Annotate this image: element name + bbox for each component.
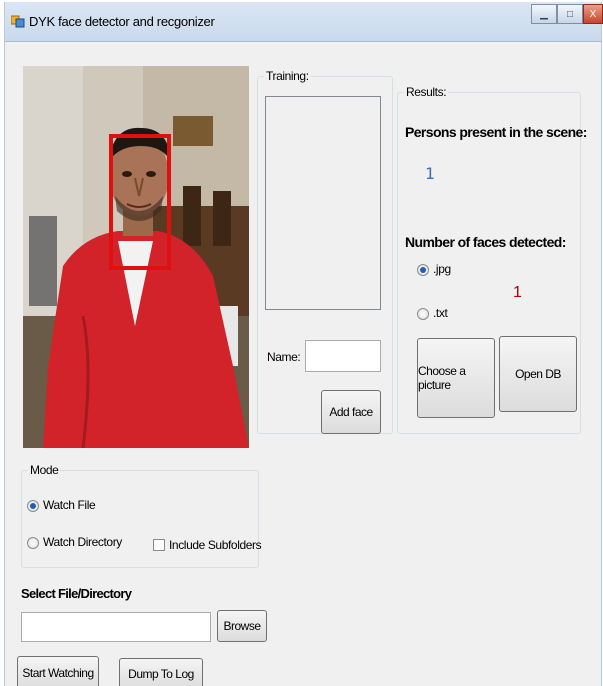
app-window: DYK face detector and recgonizer ▁ □ X T… (4, 2, 603, 686)
mode-group: Mode (21, 463, 259, 568)
training-face-box[interactable] (265, 96, 381, 310)
watch-directory-label: Watch Directory (43, 535, 122, 549)
txt-radio[interactable] (417, 308, 429, 320)
maximize-button[interactable]: □ (557, 4, 583, 24)
open-db-button[interactable]: Open DB (499, 336, 577, 412)
include-subfolders-label: Include Subfolders (169, 538, 262, 552)
watch-file-label: Watch File (43, 498, 96, 512)
image-preview (23, 66, 249, 448)
watch-file-radio[interactable] (27, 500, 39, 512)
path-input[interactable] (21, 612, 211, 642)
camera-photo (23, 66, 249, 448)
window-title: DYK face detector and recgonizer (29, 14, 215, 29)
name-label: Name: (267, 350, 301, 364)
faces-detected-label: Number of faces detected: (405, 234, 566, 250)
jpg-radio[interactable] (417, 264, 429, 276)
watch-directory-radio[interactable] (27, 537, 39, 549)
training-label: Training: (264, 69, 311, 83)
mode-label: Mode (28, 463, 61, 477)
choose-picture-button[interactable]: Choose a picture (417, 338, 495, 418)
results-label: Results: (404, 85, 449, 99)
start-watching-button[interactable]: Start Watching (17, 656, 99, 686)
txt-radio-label: .txt (433, 306, 448, 320)
persons-present-label: Persons present in the scene: (405, 124, 587, 140)
dump-to-log-button[interactable]: Dump To Log (119, 658, 203, 686)
browse-button[interactable]: Browse (217, 610, 267, 642)
window-controls: ▁ □ X (531, 4, 603, 24)
persons-present-value-box: 1 (405, 150, 529, 198)
jpg-radio-label: .jpg (433, 262, 451, 276)
app-icon (11, 15, 25, 28)
name-input[interactable] (305, 340, 381, 372)
minimize-button[interactable]: ▁ (531, 4, 557, 24)
include-subfolders-checkbox[interactable] (153, 539, 165, 551)
persons-present-value: 1 (425, 164, 435, 183)
select-file-label: Select File/Directory (21, 586, 132, 601)
add-face-button[interactable]: Add face (321, 390, 381, 434)
title-bar[interactable]: DYK face detector and recgonizer ▁ □ X (5, 2, 603, 42)
close-button[interactable]: X (583, 4, 603, 24)
faces-detected-value: 1 (513, 284, 522, 301)
